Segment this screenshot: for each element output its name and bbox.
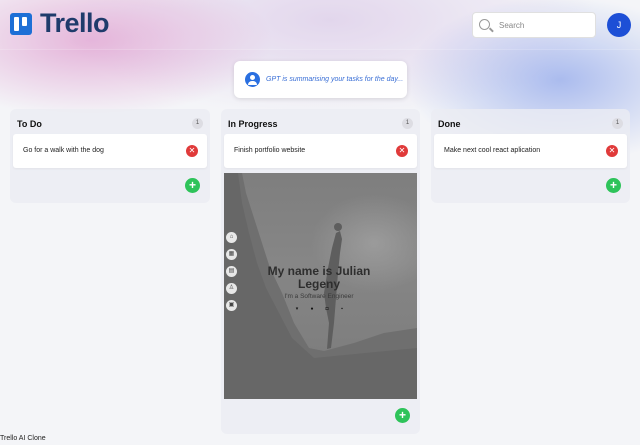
gpt-summary-text: GPT is summarising your tasks for the da…	[266, 76, 404, 83]
grid-icon: ▦	[226, 249, 237, 260]
search-input[interactable]	[499, 16, 589, 34]
portfolio-name: My name is Julian Legeny	[267, 264, 371, 291]
delete-task-button[interactable]: ✕	[396, 145, 408, 157]
calendar-icon: ▣	[226, 300, 237, 311]
column-count-badge: 1	[192, 118, 203, 129]
delete-task-button[interactable]: ✕	[186, 145, 198, 157]
add-task-button[interactable]: +	[606, 178, 621, 193]
search-box[interactable]	[472, 12, 596, 38]
delete-task-button[interactable]: ✕	[606, 145, 618, 157]
home-icon: ⌂	[226, 232, 237, 243]
social-links: ▾ ● ◘ ▪	[294, 306, 354, 312]
add-task-button[interactable]: +	[185, 178, 200, 193]
logo[interactable]: Trello	[10, 8, 110, 39]
task-card[interactable]: Make next cool react aplication ✕	[434, 134, 627, 168]
facebook-icon: ●	[310, 306, 314, 312]
task-card[interactable]: Finish portfolio website ✕	[224, 134, 417, 168]
task-text: Make next cool react aplication	[444, 147, 541, 154]
user-icon	[245, 72, 260, 87]
gpt-summary-box: GPT is summarising your tasks for the da…	[234, 61, 407, 98]
task-card[interactable]: Go for a walk with the dog ✕	[13, 134, 207, 168]
header: Trello J	[0, 0, 640, 50]
footer-text: Trello AI Clone	[0, 435, 46, 442]
document-icon: ▤	[226, 266, 237, 277]
column-title: To Do	[17, 119, 42, 129]
column-in-progress: In Progress 1 Finish portfolio website ✕…	[221, 109, 420, 434]
avatar[interactable]: J	[607, 13, 631, 37]
column-count-badge: 1	[402, 118, 413, 129]
instagram-icon: ◘	[325, 306, 329, 312]
column-todo: To Do 1 Go for a walk with the dog ✕ +	[10, 109, 210, 203]
add-task-button[interactable]: +	[395, 408, 410, 423]
column-done: Done 1 Make next cool react aplication ✕…	[431, 109, 630, 203]
column-count-badge: 1	[612, 118, 623, 129]
trello-logo-icon	[10, 12, 32, 35]
linkedin-icon: ▪	[341, 306, 343, 312]
search-icon	[479, 19, 490, 30]
portfolio-preview-image: ⌂ ▦ ▤ ♙ ▣ My name is Julian Legeny I'm a…	[224, 173, 417, 399]
column-title: Done	[438, 119, 461, 129]
twitter-icon: ▾	[295, 306, 299, 312]
portfolio-subtitle: I'm a Software Engineer	[284, 293, 354, 300]
task-text: Go for a walk with the dog	[23, 147, 104, 154]
logo-text: Trello	[40, 8, 110, 38]
column-title: In Progress	[228, 119, 278, 129]
task-text: Finish portfolio website	[234, 147, 306, 154]
user-icon: ♙	[226, 283, 237, 294]
